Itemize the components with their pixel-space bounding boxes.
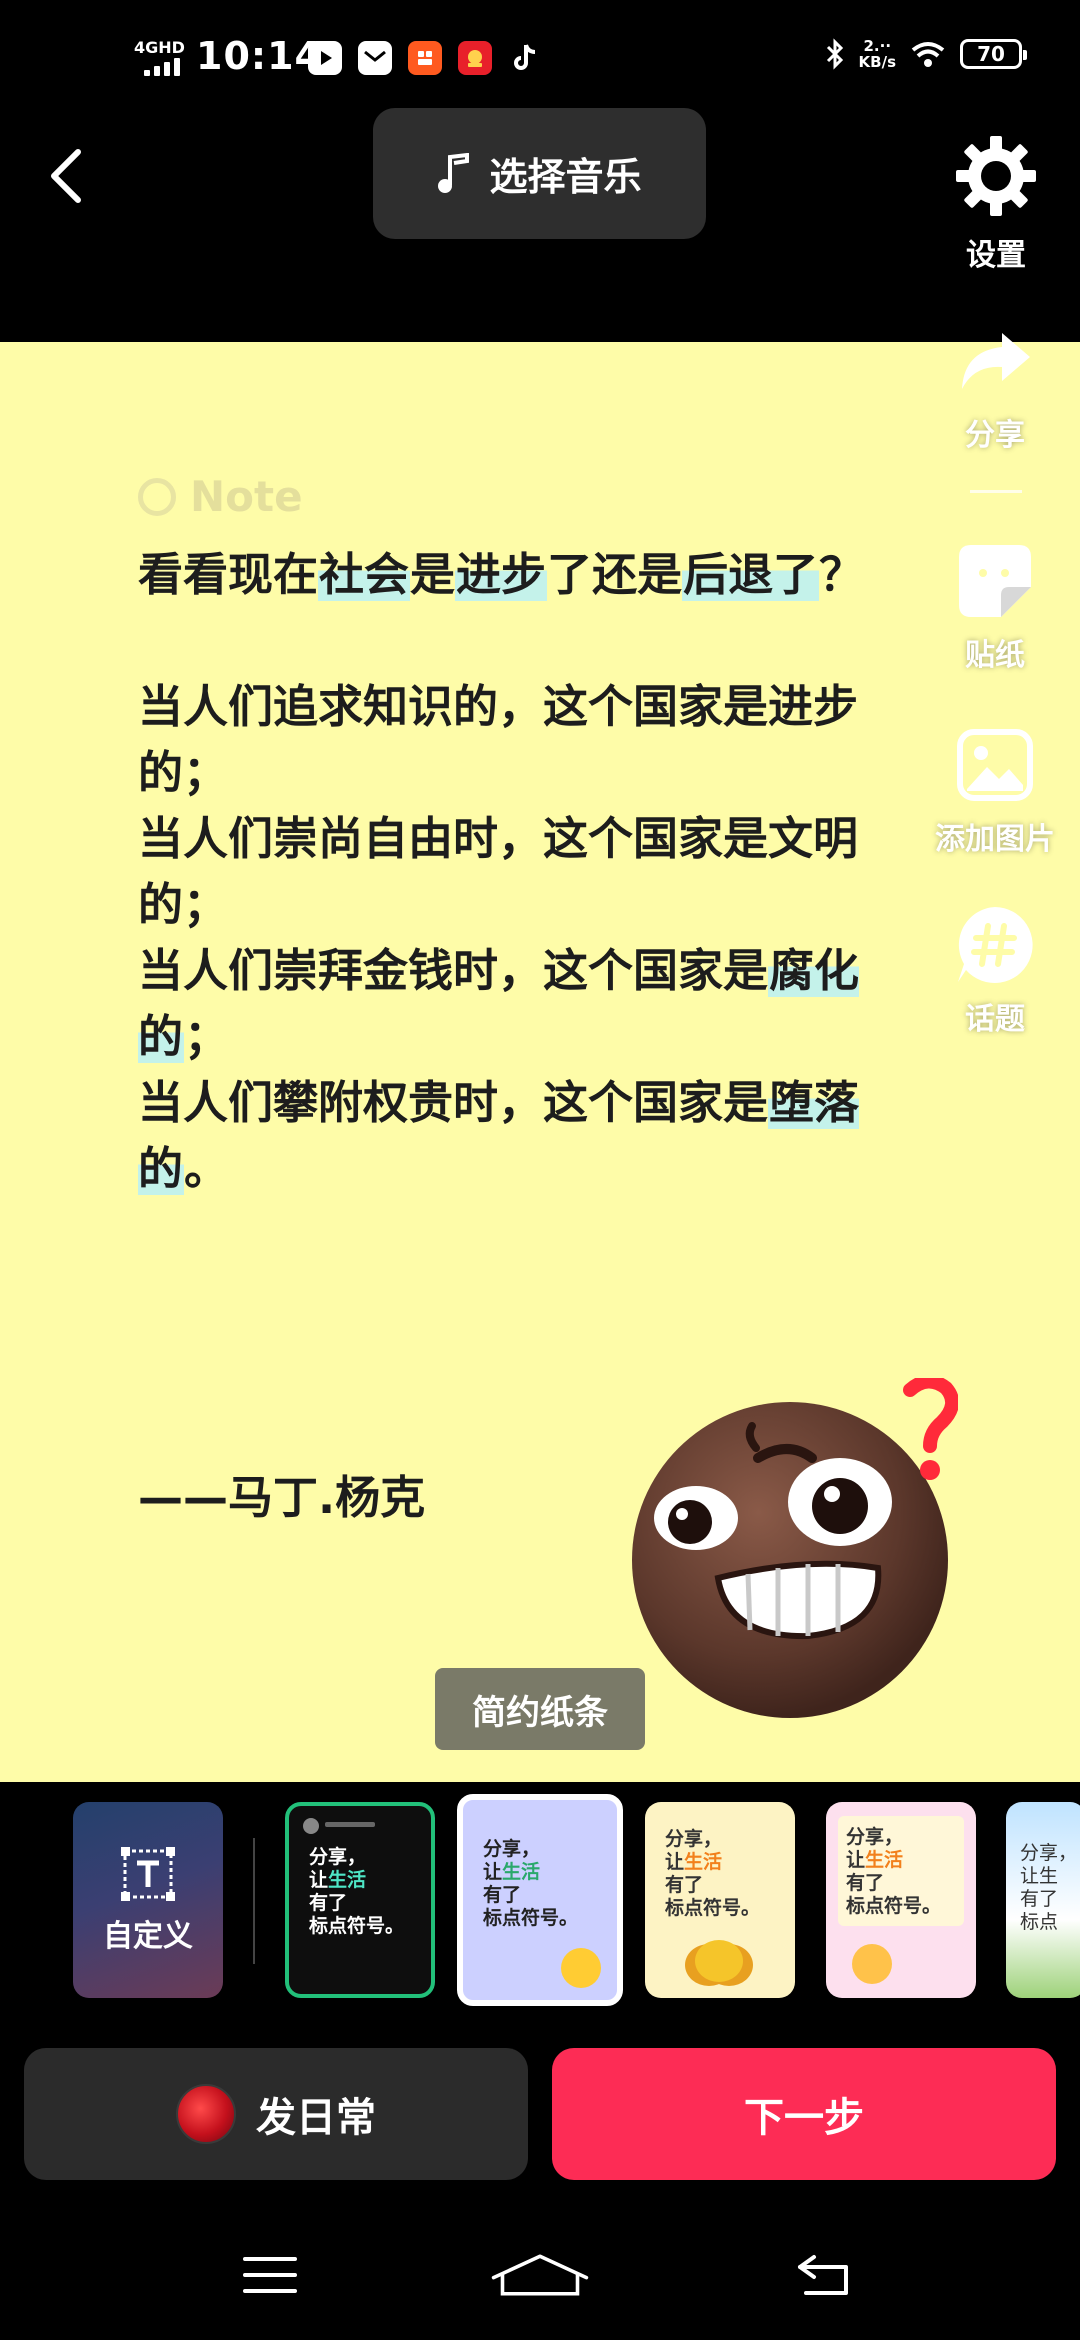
note-header-text: Note: [190, 472, 303, 521]
template-name-tag: 简约纸条: [435, 1668, 645, 1750]
gear-icon: [956, 136, 1036, 216]
flower-emoji-icon: [695, 1940, 743, 1982]
topic-button[interactable]: 话题: [910, 900, 1080, 1038]
text-box-icon: [121, 1847, 175, 1901]
add-image-label: 添加图片: [935, 822, 1055, 857]
laughing-emoji-icon: [561, 1948, 601, 1988]
video-app-icon: [308, 41, 342, 75]
wifi-icon: [911, 42, 945, 67]
mail-app-icon: [358, 41, 392, 75]
note-text[interactable]: 看看现在社会是进步了还是后退了？ 当人们追求知识的，这个国家是进步的； 当人们崇…: [138, 542, 908, 1202]
template-pink[interactable]: 分享， 让生活 有了 标点符号。: [826, 1802, 976, 1998]
blush-emoji-icon: [852, 1944, 892, 1984]
template-dark[interactable]: 分享， 让生活 有了 标点符号。: [285, 1802, 435, 1998]
menu-icon: [243, 2257, 297, 2293]
template-strip[interactable]: 自定义 分享， 让生活 有了 标点符号。 分享， 让生活 有了 标点符号。 分享…: [0, 1782, 1080, 2012]
circle-icon: [138, 477, 176, 516]
sticker-button[interactable]: 贴纸: [910, 536, 1080, 674]
status-right: 2.·· KB/s 70: [825, 37, 1027, 71]
tiktok-icon: [508, 41, 542, 75]
hashtag-icon: [958, 907, 1033, 983]
bluetooth-icon: [826, 38, 843, 70]
system-nav-bar: [0, 2230, 1080, 2340]
side-divider: [970, 490, 1022, 493]
orange-app-icon: [408, 41, 442, 75]
next-step-button[interactable]: 下一步: [552, 2048, 1056, 2180]
note-title: 看看现在社会是进步了还是后退了？: [138, 548, 865, 601]
avatar: [176, 2084, 236, 2144]
post-daily-button[interactable]: 发日常: [24, 2048, 528, 2180]
red-app-icon: [458, 41, 492, 75]
network-speed: 2.·· KB/s: [858, 37, 896, 71]
note-quote-author: ——马丁.杨克: [138, 1471, 426, 1524]
back-nav-button[interactable]: [774, 2230, 874, 2320]
template-lavender[interactable]: 分享， 让生活 有了 标点符号。: [457, 1794, 623, 2006]
note-line-4: 当人们攀附权贵时，这个国家是堕落的。: [138, 1076, 860, 1195]
return-icon: [798, 2255, 848, 2295]
sticker-label: 贴纸: [965, 638, 1025, 673]
template-cream[interactable]: 分享， 让生活 有了 标点符号。: [645, 1802, 795, 1998]
note-line-1: 当人们追求知识的，这个国家是进步的；: [138, 680, 859, 799]
template-custom-label: 自定义: [103, 1919, 193, 1954]
home-icon: [491, 2254, 589, 2296]
signal-icon: 4GHD: [134, 38, 185, 76]
settings-button[interactable]: 设置: [946, 134, 1046, 274]
add-image-button[interactable]: 添加图片: [910, 720, 1080, 858]
select-music-label: 选择音乐: [489, 155, 642, 199]
note-header: Note: [138, 472, 303, 521]
strip-divider: [253, 1838, 255, 1964]
menu-nav-button[interactable]: [220, 2230, 320, 2320]
battery-indicator: 70: [960, 39, 1027, 69]
note-line-2: 当人们崇尚自由时，这个国家是文明的；: [138, 812, 859, 931]
home-nav-button[interactable]: [490, 2230, 590, 2320]
music-note-icon: [438, 152, 470, 193]
next-step-label: 下一步: [744, 2095, 864, 2141]
topic-label: 话题: [965, 1002, 1025, 1037]
template-sky[interactable]: 分享， 让生 有了 标点: [1006, 1802, 1080, 1998]
share-arrow-icon: [962, 333, 1030, 389]
grimace-emoji-sticker[interactable]: [628, 1378, 958, 1718]
select-music-button[interactable]: 选择音乐: [373, 108, 706, 239]
share-label: 分享: [965, 418, 1025, 453]
post-daily-label: 发日常: [256, 2095, 376, 2141]
share-button[interactable]: 分享: [910, 316, 1080, 454]
settings-label: 设置: [966, 238, 1026, 273]
network-type: 4GHD: [134, 38, 185, 57]
back-button[interactable]: [36, 136, 96, 216]
image-icon: [957, 729, 1033, 801]
chevron-left-icon: [51, 149, 81, 203]
note-line-3: 当人们崇拜金钱时，这个国家是腐化的；: [138, 944, 860, 1063]
status-bar: 4GHD 10:14 2.·· KB/s 70: [0, 0, 1080, 110]
sticker-icon: [959, 545, 1031, 617]
template-custom[interactable]: 自定义: [73, 1802, 223, 1998]
notification-icons: [308, 41, 542, 75]
status-time: 10:14: [196, 34, 322, 78]
